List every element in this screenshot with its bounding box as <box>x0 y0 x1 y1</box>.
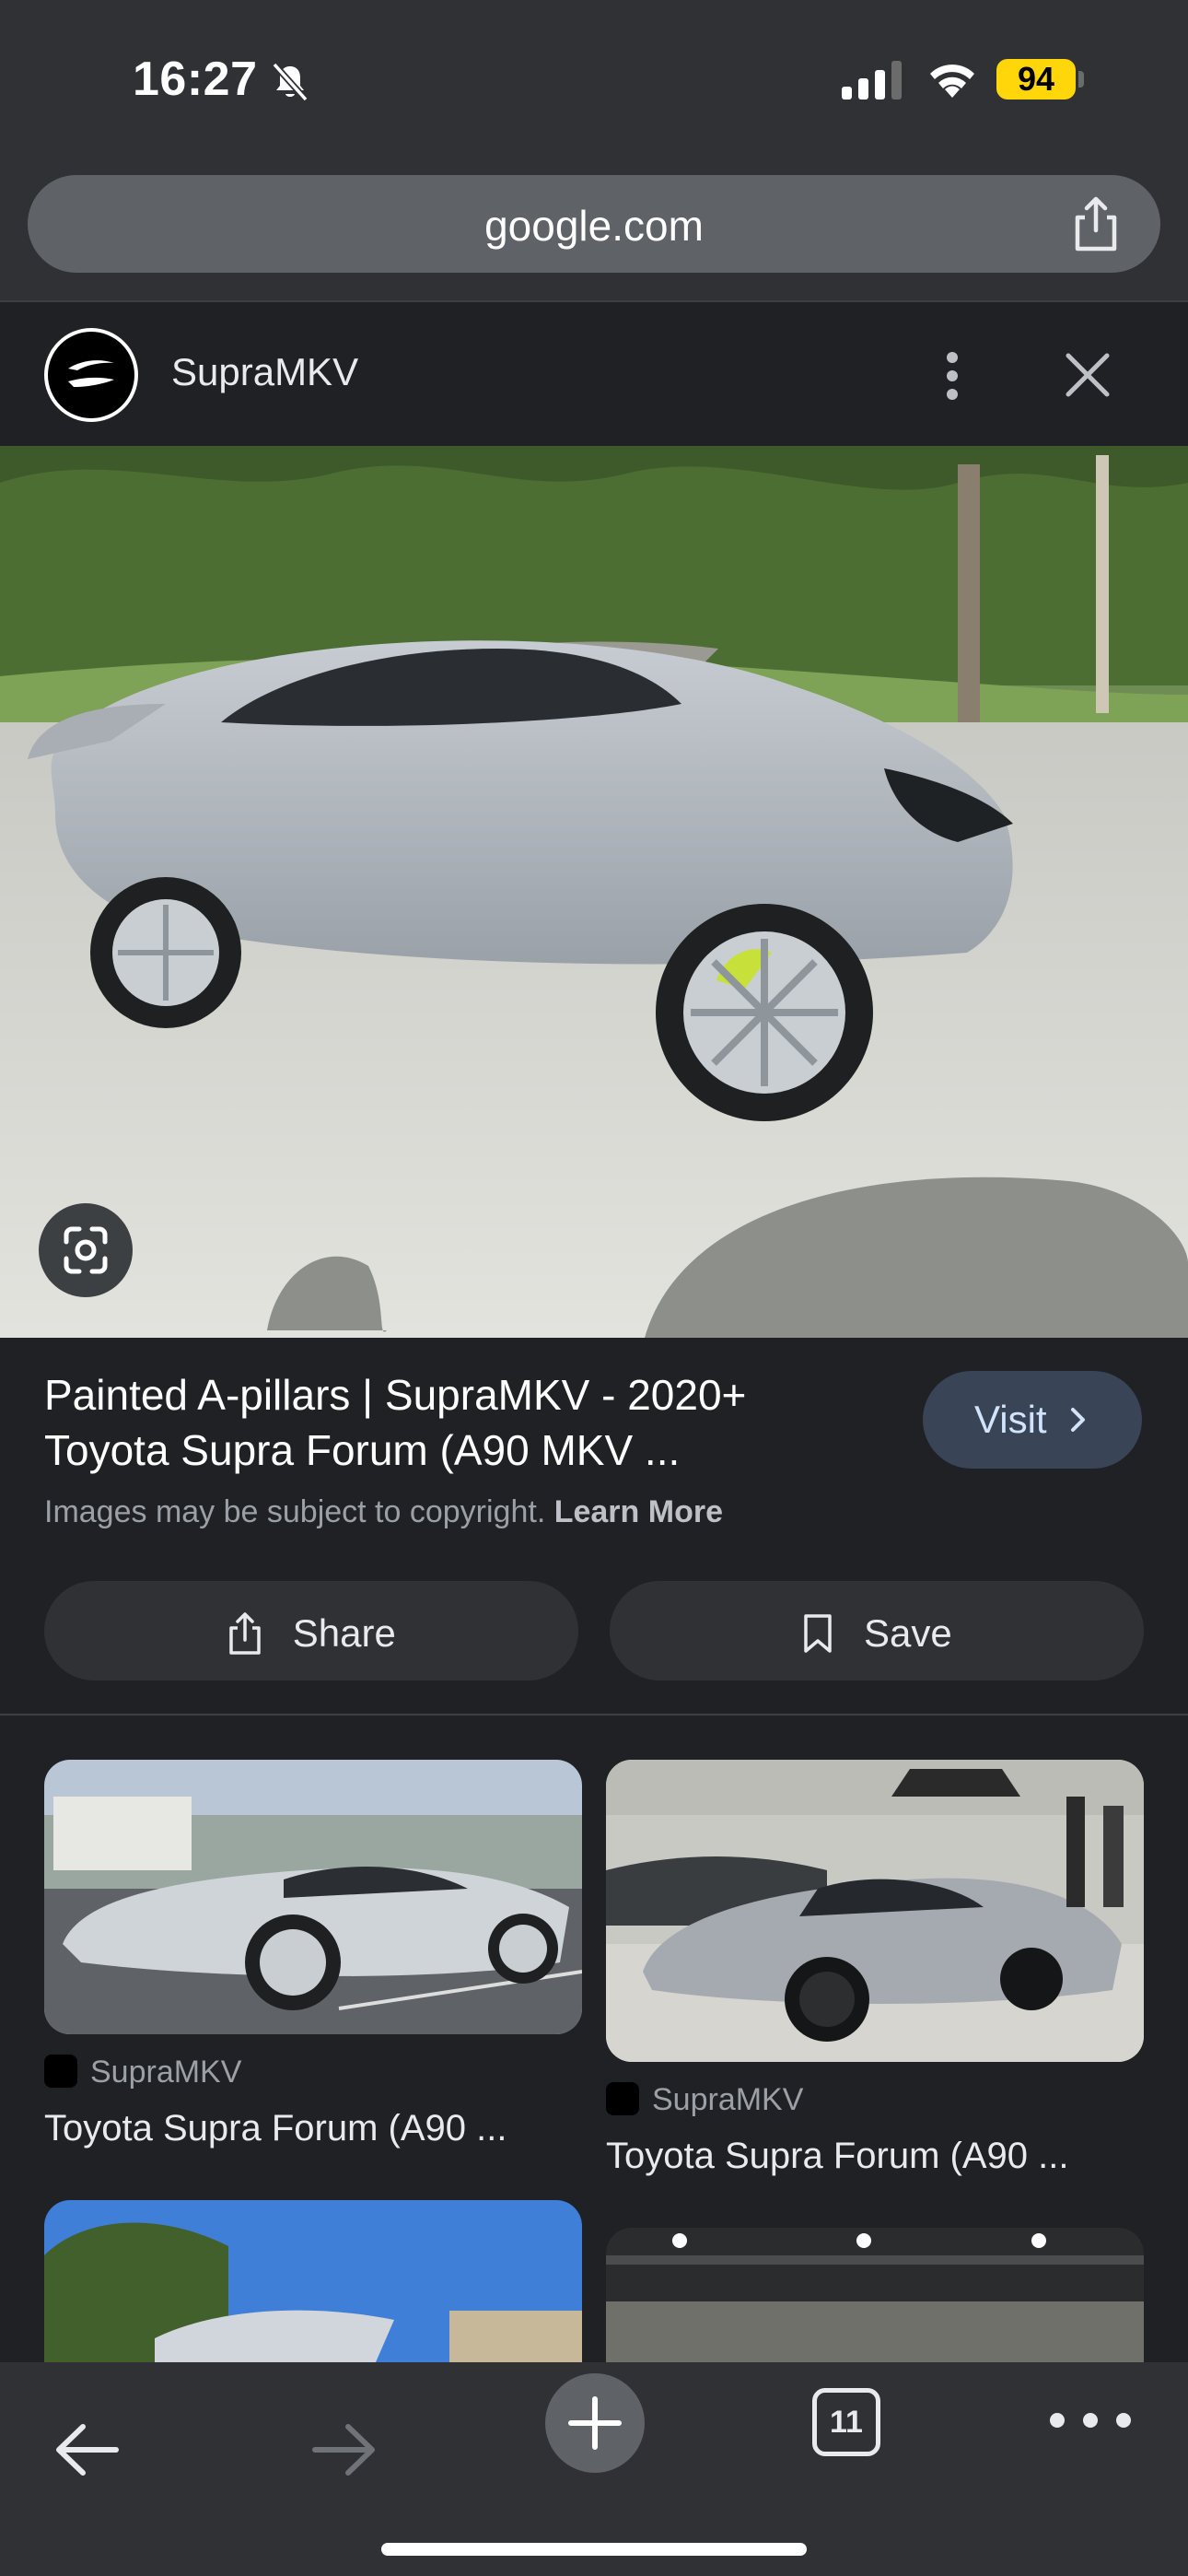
visit-button[interactable]: Visit <box>923 1371 1142 1469</box>
close-icon[interactable] <box>1057 345 1118 405</box>
back-arrow-icon[interactable] <box>52 2418 125 2482</box>
status-time: 16:27 <box>133 53 258 106</box>
battery-icon: 94 <box>996 59 1076 100</box>
cellular-signal-icon <box>842 61 902 100</box>
lens-icon <box>64 1226 108 1274</box>
car-photo <box>0 446 1188 1338</box>
source-name[interactable]: SupraMKV <box>171 350 358 394</box>
divider <box>0 1714 1188 1715</box>
save-button[interactable]: Save <box>610 1581 1144 1680</box>
related-car-photo-4 <box>606 2228 1144 2362</box>
source-logo[interactable] <box>44 328 138 422</box>
visit-label: Visit <box>974 1398 1047 1441</box>
share-icon[interactable] <box>1068 195 1124 252</box>
url-text[interactable]: google.com <box>28 201 1160 251</box>
related-image-2[interactable] <box>606 1760 1144 2062</box>
related-image-1[interactable] <box>44 1760 582 2034</box>
chevron-right-icon <box>1071 1408 1085 1432</box>
learn-more-link[interactable]: Learn More <box>554 1494 723 1529</box>
related-source-2[interactable]: SupraMKV <box>606 2082 803 2118</box>
supramkv-logo-icon <box>48 332 134 418</box>
copyright-text: Images may be subject to copyright. <box>44 1494 546 1529</box>
related-title-1[interactable]: Toyota Supra Forum (A90 ... <box>44 2108 507 2149</box>
new-tab-button[interactable] <box>545 2373 645 2473</box>
main-result-image[interactable] <box>0 446 1188 1338</box>
related-car-photo-3 <box>44 2200 582 2362</box>
supramkv-logo-icon <box>44 2055 77 2088</box>
share-icon <box>229 1612 261 1655</box>
copyright-notice: Images may be subject to copyright. Lear… <box>44 1494 723 1530</box>
related-source-name: SupraMKV <box>652 2082 804 2117</box>
supramkv-logo-icon <box>606 2082 639 2115</box>
related-car-photo-1 <box>44 1760 582 2034</box>
related-car-photo-2 <box>606 1760 1144 2062</box>
source-header: SupraMKV <box>0 300 1188 446</box>
result-title[interactable]: Painted A-pillars | SupraMKV - 2020+ Toy… <box>44 1367 873 1478</box>
related-source-1[interactable]: SupraMKV <box>44 2055 241 2090</box>
related-title-2[interactable]: Toyota Supra Forum (A90 ... <box>606 2136 1068 2177</box>
plus-icon <box>568 2396 622 2450</box>
wifi-icon <box>930 64 974 98</box>
address-bar-container: google.com <box>0 157 1188 300</box>
google-lens-button[interactable] <box>39 1203 133 1297</box>
related-image-3[interactable] <box>44 2200 582 2362</box>
tabs-icon[interactable]: 11 <box>812 2388 880 2456</box>
related-source-name: SupraMKV <box>90 2055 242 2090</box>
home-indicator[interactable] <box>381 2543 807 2556</box>
bookmark-icon <box>804 1614 833 1653</box>
forward-arrow-icon[interactable] <box>306 2418 379 2482</box>
page: 16:27 94 google.com SupraMKV Painted A-p… <box>0 0 1188 2576</box>
more-vertical-icon[interactable] <box>934 339 971 413</box>
related-image-4[interactable] <box>606 2228 1144 2362</box>
share-label: Share <box>292 1610 396 1655</box>
save-label: Save <box>863 1610 952 1655</box>
bell-slash-icon <box>272 62 309 102</box>
share-button[interactable]: Share <box>44 1581 578 1680</box>
battery-tip <box>1078 71 1084 88</box>
address-bar[interactable]: google.com <box>28 175 1160 273</box>
status-bar: 16:27 94 <box>0 0 1188 157</box>
more-horizontal-icon[interactable] <box>1046 2406 1135 2434</box>
